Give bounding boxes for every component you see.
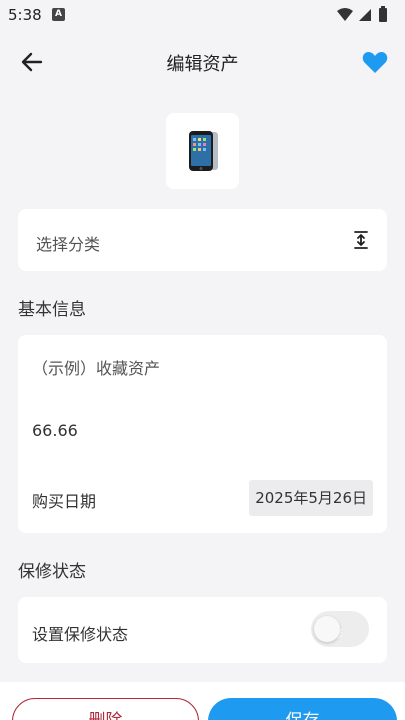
status-icons (335, 6, 395, 24)
signal-icon (359, 9, 371, 21)
status-time: 5:38 (8, 6, 42, 24)
warranty-card: 设置保修状态 保修 (18, 597, 387, 663)
app-notification-icon: A (52, 8, 65, 21)
asset-price-input[interactable]: 66.66 (32, 421, 78, 440)
category-placeholder: 选择分类 (36, 235, 101, 254)
expand-icon (351, 229, 371, 251)
save-button[interactable]: 保存 (208, 698, 397, 720)
phone-icon (188, 131, 218, 171)
favorite-button[interactable] (357, 44, 393, 80)
delete-button[interactable]: 删除 (12, 698, 199, 720)
purchase-date-button[interactable]: 2025年5月26日 (249, 480, 373, 516)
section-title-basic-info: 基本信息 (18, 300, 86, 320)
purchase-date-label: 购买日期 (32, 492, 97, 511)
warranty-label: 设置保修状态 (32, 625, 129, 644)
top-app-bar: 编辑资产 (0, 30, 405, 92)
asset-image[interactable] (166, 113, 239, 189)
basic-info-card: （示例）收藏资产 66.66 购买日期 2025年5月26日 (18, 335, 387, 533)
heart-icon (362, 52, 388, 73)
wifi-icon (337, 8, 353, 21)
page-title: 编辑资产 (166, 54, 239, 75)
status-bar: 5:38 A (0, 0, 405, 30)
bottom-action-bar: 删除 保存 (0, 682, 405, 720)
warranty-toggle[interactable]: 保修 (311, 611, 369, 647)
battery-icon (379, 8, 387, 22)
category-selector[interactable]: 选择分类 (18, 209, 387, 271)
section-title-warranty: 保修状态 (18, 562, 86, 582)
toggle-knob (314, 616, 340, 642)
asset-name-input[interactable]: （示例）收藏资产 (32, 355, 160, 379)
